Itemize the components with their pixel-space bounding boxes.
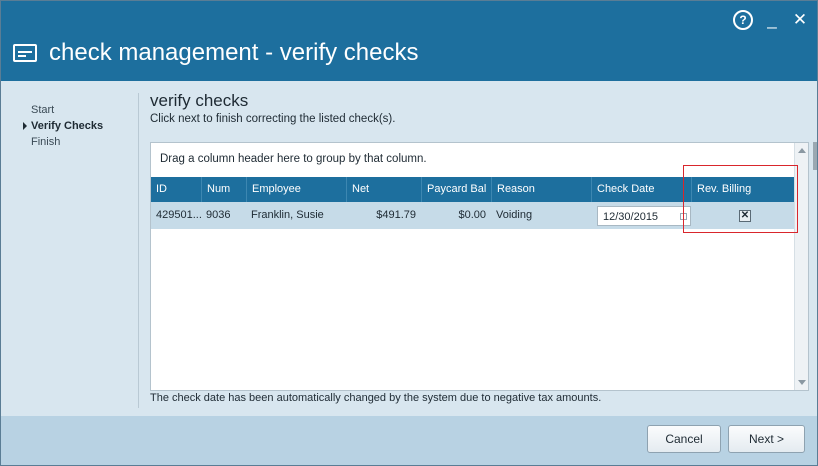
scroll-up-icon[interactable] — [798, 148, 806, 153]
cell-num: 9036 — [206, 209, 231, 221]
column-header-paycard-bal[interactable]: Paycard Bal — [421, 177, 491, 202]
check-management-window: ? _ ✕ check management - verify checks S… — [0, 0, 818, 466]
window-scrollbar-thumb[interactable] — [813, 142, 817, 170]
current-step-arrow-icon — [23, 122, 27, 130]
check-date-value: 12/30/2015 — [603, 211, 659, 223]
table-row[interactable]: 429501... 9036 Franklin, Susie $491.79 $… — [151, 202, 794, 229]
column-header-num[interactable]: Num — [201, 177, 246, 202]
window-title: check management - verify checks — [49, 39, 419, 66]
column-header-check-date[interactable]: Check Date — [591, 177, 691, 202]
grid-scrollbar[interactable] — [794, 143, 808, 390]
step-verify-checks: Verify Checks — [23, 118, 103, 134]
cancel-button[interactable]: Cancel — [647, 425, 721, 453]
group-by-panel[interactable]: Drag a column header here to group by th… — [151, 143, 794, 176]
cell-net: $491.79 — [376, 209, 416, 221]
steps-divider — [138, 93, 139, 408]
step-finish: Finish — [31, 136, 61, 148]
help-icon[interactable]: ? — [733, 10, 753, 30]
window-controls: ? _ ✕ — [733, 10, 809, 30]
cell-employee: Franklin, Susie — [251, 209, 324, 221]
check-date-input[interactable]: 12/30/2015 — [597, 206, 691, 226]
page-instruction: Click next to finish correcting the list… — [150, 113, 396, 125]
checks-grid: Drag a column header here to group by th… — [150, 142, 809, 391]
calendar-icon[interactable] — [680, 213, 687, 220]
step-verify-checks-label: Verify Checks — [31, 120, 104, 132]
check-date-note: The check date has been automatically ch… — [150, 392, 602, 404]
check-icon — [13, 44, 37, 62]
footer-bar: Cancel Next > — [1, 416, 817, 465]
cell-reason: Voiding — [496, 209, 533, 221]
wizard-steps: Start Verify Checks Finish — [23, 102, 103, 150]
scroll-down-icon[interactable] — [798, 380, 806, 385]
grid-header-row: ID Num Employee Net Paycard Bal Reason C… — [151, 177, 794, 202]
rev-billing-checkbox[interactable]: ✕ — [739, 210, 751, 222]
title-bar: ? _ ✕ check management - verify checks — [1, 1, 817, 81]
column-header-id[interactable]: ID — [151, 177, 201, 202]
column-header-employee[interactable]: Employee — [246, 177, 346, 202]
step-start: Start — [31, 104, 55, 116]
minimize-icon[interactable]: _ — [763, 11, 781, 29]
close-icon[interactable]: ✕ — [791, 11, 809, 29]
next-button[interactable]: Next > — [728, 425, 805, 453]
cell-id: 429501... — [156, 209, 202, 221]
cell-paycard-bal: $0.00 — [458, 209, 486, 221]
column-header-reason[interactable]: Reason — [491, 177, 591, 202]
column-header-rev-billing[interactable]: Rev. Billing — [691, 177, 794, 202]
column-header-net[interactable]: Net — [346, 177, 421, 202]
page-heading: verify checks — [150, 91, 249, 110]
